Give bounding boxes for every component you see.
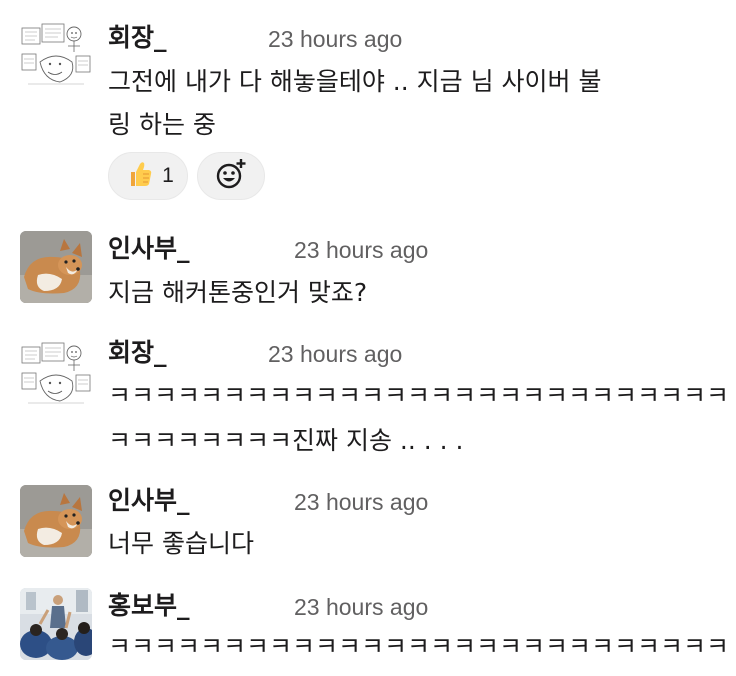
corgi-dog-avatar[interactable] [20,485,92,557]
message-item: 인사부_ 23 hours ago 지금 해커톤중인거 맞죠? [0,205,736,313]
message-author[interactable]: 회장_ [108,338,167,368]
message-author[interactable]: 인사부_ [108,234,190,264]
message-author[interactable]: 홍보부_ [108,591,190,621]
message-text-line: 그전에 내가 다 해놓을테야 .. 지금 님 사이버 불 [108,67,602,96]
reaction-thumbs-up[interactable]: 1 [108,152,188,200]
sketch-drawing-avatar[interactable] [20,339,92,411]
corgi-dog-avatar[interactable] [20,231,92,303]
message-timestamp[interactable]: 23 hours ago [294,235,428,265]
add-reaction-button[interactable] [197,152,265,200]
message-timestamp[interactable]: 23 hours ago [268,24,402,54]
message-author[interactable]: 인사부_ [108,486,190,516]
message-text-line: ㅋㅋㅋㅋㅋㅋㅋㅋ진짜 지송 .. . . . [108,426,464,455]
message-item: 홍보부_ 23 hours ago ㅋㅋㅋㅋㅋㅋㅋㅋㅋㅋㅋㅋㅋㅋㅋㅋㅋㅋㅋㅋㅋㅋ… [0,570,736,676]
thumbs-up-icon [122,158,154,194]
message-timestamp[interactable]: 23 hours ago [294,487,428,517]
message-text-line: 지금 해커톤중인거 맞죠? [108,278,368,307]
message-item: 회장_ 23 hours ago ㅋㅋㅋㅋㅋㅋㅋㅋㅋㅋㅋㅋㅋㅋㅋㅋㅋㅋㅋㅋㅋㅋㅋ… [0,313,736,463]
group-photo-avatar[interactable] [20,588,92,660]
add-emoji-icon [213,156,249,196]
message-item: 인사부_ 23 hours ago 너무 좋습니다 [0,463,736,570]
message-item: 회장_ 23 hours ago 그전에 내가 다 해놓을테야 .. 지금 님 … [0,0,736,205]
message-timestamp[interactable]: 23 hours ago [294,592,428,622]
message-author[interactable]: 회장_ [108,23,167,53]
message-text-line: ㅋㅋㅋㅋㅋㅋㅋㅋㅋㅋㅋㅋㅋㅋㅋㅋㅋㅋㅋㅋㅋㅋㅋㅋㅋㅋㅋ [108,632,730,661]
reaction-count: 1 [162,164,174,187]
message-text-line: 링 하는 중 [108,110,216,139]
sketch-drawing-avatar[interactable] [20,20,92,92]
message-text-line: ㅋㅋㅋㅋㅋㅋㅋㅋㅋㅋㅋㅋㅋㅋㅋㅋㅋㅋㅋㅋㅋㅋㅋㅋㅋㅋㅋ [108,381,730,410]
message-text-line: 너무 좋습니다 [108,529,254,558]
message-timestamp[interactable]: 23 hours ago [268,339,402,369]
